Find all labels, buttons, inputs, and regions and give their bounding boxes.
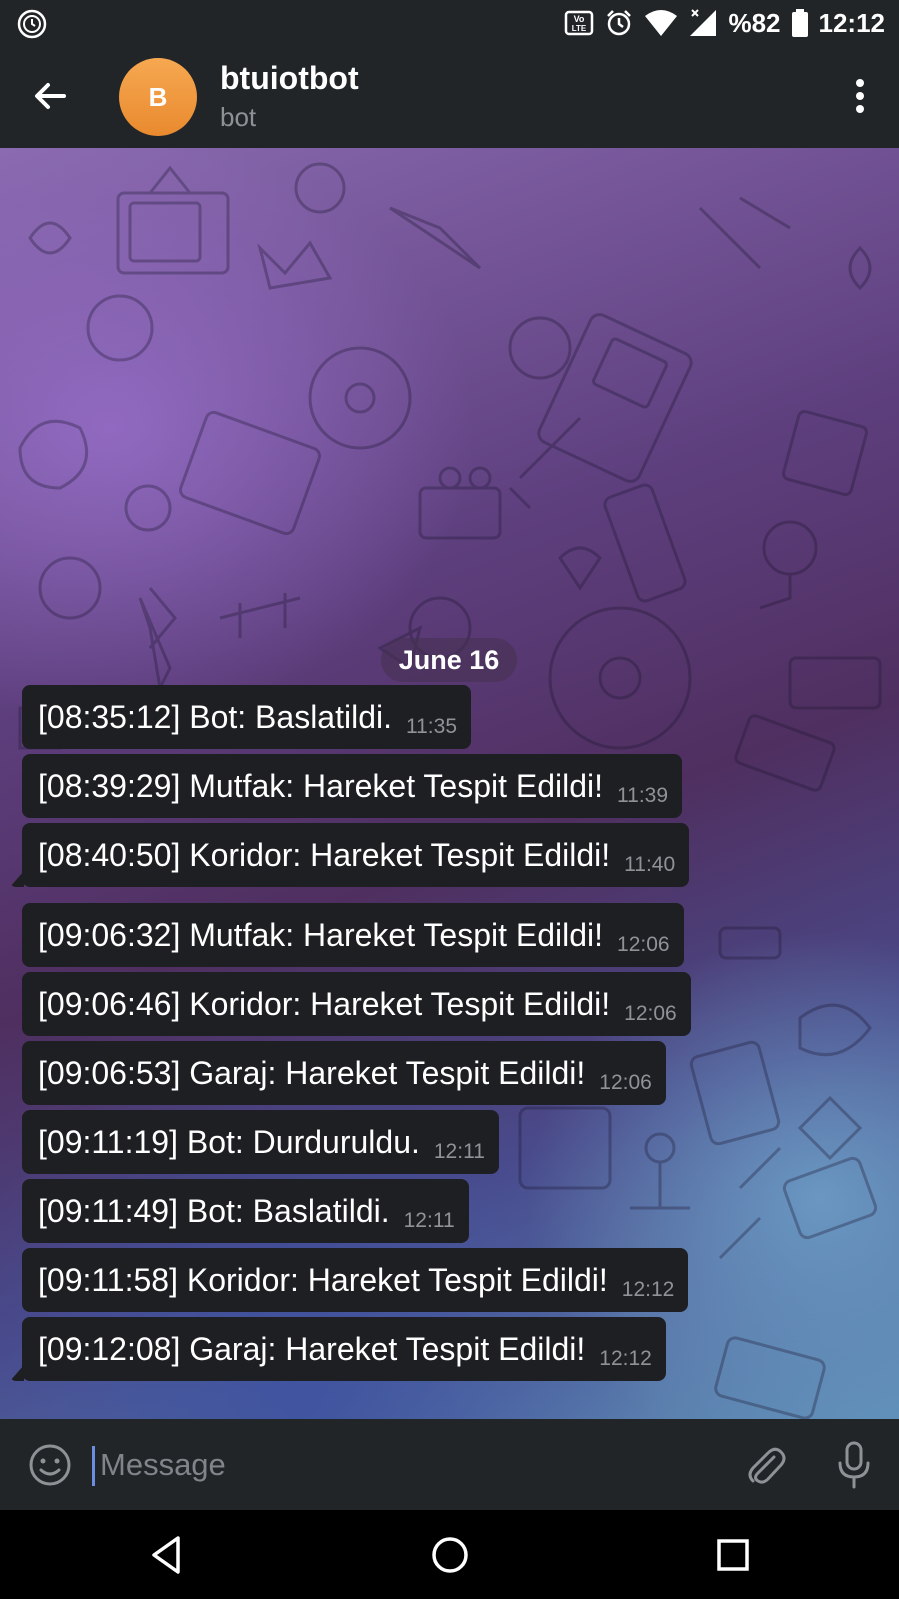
message-time: 12:06 bbox=[617, 933, 670, 956]
chat-area[interactable]: June 16 [08:35:12] Bot: Baslatildi. 11:3… bbox=[0, 148, 899, 1419]
more-options-icon[interactable] bbox=[855, 78, 865, 114]
date-separator: June 16 bbox=[381, 638, 517, 682]
status-bar: Vo LTE %82 12:12 bbox=[0, 0, 899, 46]
message-time: 12:12 bbox=[599, 1347, 652, 1370]
message-bubble[interactable]: [09:11:19] Bot: Durduruldu. 12:11 bbox=[22, 1110, 499, 1174]
message-time: 12:11 bbox=[433, 1140, 485, 1163]
message-text: [08:40:50] Koridor: Hareket Tespit Edild… bbox=[38, 836, 611, 873]
emoji-icon[interactable] bbox=[28, 1443, 72, 1487]
avatar[interactable]: B bbox=[119, 58, 197, 136]
attach-icon[interactable] bbox=[744, 1443, 786, 1487]
nav-recents-icon[interactable] bbox=[710, 1532, 756, 1578]
message-text: [09:11:19] Bot: Durduruldu. bbox=[38, 1123, 420, 1160]
message-bubble[interactable]: [09:12:08] Garaj: Hareket Tespit Edildi!… bbox=[22, 1317, 666, 1381]
nav-back-icon[interactable] bbox=[144, 1532, 190, 1578]
message-bubble[interactable]: [09:11:49] Bot: Baslatildi. 12:11 bbox=[22, 1179, 469, 1243]
message-time: 12:06 bbox=[624, 1002, 677, 1025]
message-bubble[interactable]: [08:39:29] Mutfak: Hareket Tespit Edildi… bbox=[22, 754, 683, 818]
message-time: 11:35 bbox=[406, 715, 457, 738]
message-time: 12:06 bbox=[599, 1071, 652, 1094]
system-nav-bar bbox=[0, 1510, 899, 1599]
chat-subtitle: bot bbox=[220, 102, 257, 132]
volte-icon: Vo LTE bbox=[565, 10, 594, 36]
message-bubble[interactable]: [08:40:50] Koridor: Hareket Tespit Edild… bbox=[22, 823, 690, 887]
message-bubble[interactable]: [09:06:32] Mutfak: Hareket Tespit Edildi… bbox=[22, 903, 684, 967]
wifi-icon bbox=[645, 10, 678, 36]
message-time: 12:11 bbox=[403, 1209, 455, 1232]
message-text: [08:35:12] Bot: Baslatildi. bbox=[38, 698, 392, 735]
chat-title[interactable]: btuiotbot bbox=[220, 60, 359, 97]
battery-percent: %82 bbox=[728, 7, 781, 38]
message-text: [09:12:08] Garaj: Hareket Tespit Edildi! bbox=[38, 1330, 586, 1367]
message-time: 12:12 bbox=[621, 1278, 675, 1301]
svg-text:LTE: LTE bbox=[572, 24, 587, 33]
battery-icon bbox=[791, 9, 808, 37]
chat-header: B btuiotbot bot bbox=[0, 46, 899, 148]
message-text: [08:39:29] Mutfak: Hareket Tespit Edildi… bbox=[38, 767, 604, 804]
message-text: [09:06:46] Koridor: Hareket Tespit Edild… bbox=[38, 985, 611, 1022]
message-composer bbox=[0, 1419, 899, 1510]
alarm-icon bbox=[607, 10, 632, 36]
message-text: [09:11:49] Bot: Baslatildi. bbox=[38, 1192, 390, 1229]
message-bubble[interactable]: [09:06:53] Garaj: Hareket Tespit Edildi!… bbox=[22, 1041, 666, 1105]
message-text: [09:06:32] Mutfak: Hareket Tespit Edildi… bbox=[38, 916, 604, 953]
message-bubble[interactable]: [08:35:12] Bot: Baslatildi. 11:35 bbox=[22, 685, 471, 749]
microphone-icon[interactable] bbox=[834, 1441, 874, 1489]
message-bubble[interactable]: [09:11:58] Koridor: Hareket Tespit Edild… bbox=[22, 1248, 689, 1312]
signal-icon bbox=[690, 9, 717, 36]
text-cursor bbox=[92, 1446, 95, 1486]
message-time: 11:39 bbox=[617, 784, 669, 807]
message-bubble[interactable]: [09:06:46] Koridor: Hareket Tespit Edild… bbox=[22, 972, 691, 1036]
status-time: 12:12 bbox=[818, 7, 886, 38]
message-text: [09:06:53] Garaj: Hareket Tespit Edildi! bbox=[38, 1054, 586, 1091]
back-arrow-icon[interactable] bbox=[30, 76, 70, 116]
nav-home-icon[interactable] bbox=[427, 1532, 473, 1578]
svg-text:Vo: Vo bbox=[574, 14, 585, 24]
clock-sync-icon bbox=[17, 9, 47, 39]
message-text: [09:11:58] Koridor: Hareket Tespit Edild… bbox=[38, 1261, 608, 1298]
message-time: 11:40 bbox=[624, 853, 676, 876]
message-input[interactable] bbox=[98, 1441, 602, 1489]
